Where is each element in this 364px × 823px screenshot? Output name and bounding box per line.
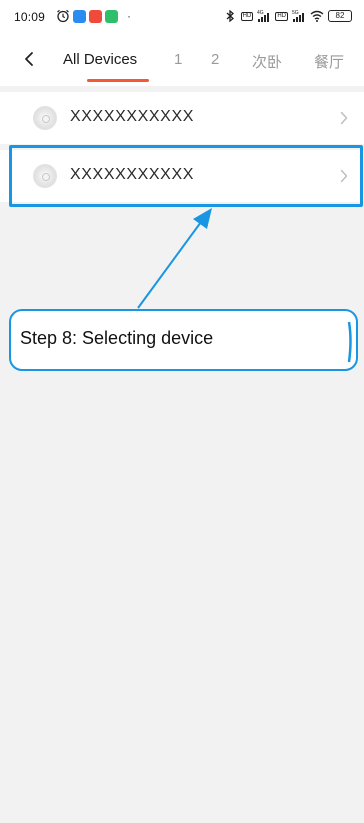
annotation-text: Step 8: Selecting device [20,328,214,348]
callout-bubble [9,309,358,371]
